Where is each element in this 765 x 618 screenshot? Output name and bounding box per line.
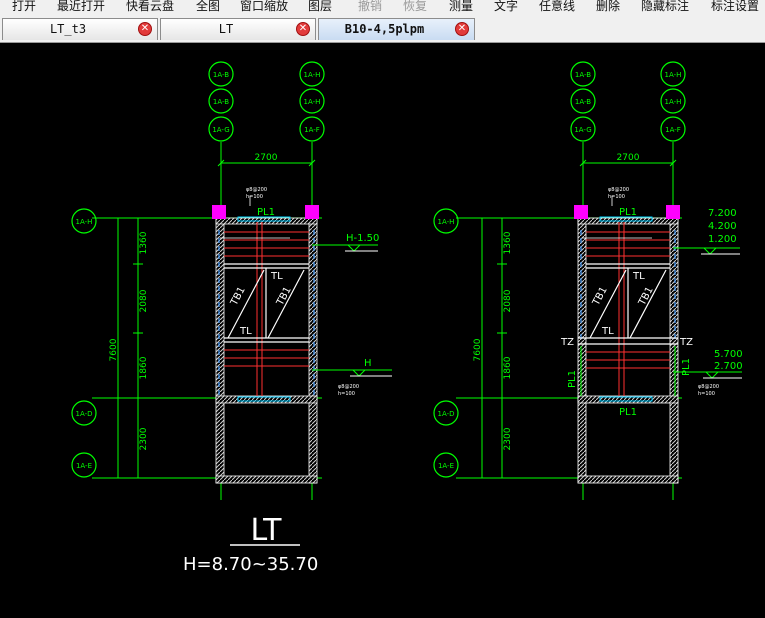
tab-b10-plpm[interactable]: B10-4,5plpm ✕ xyxy=(318,18,475,40)
beam-note: φ8@200 xyxy=(698,384,719,390)
beam-label-tl: TL xyxy=(239,326,252,337)
grid-bubble-label: 1A-E xyxy=(438,462,454,470)
beam-note: φ8@200 xyxy=(338,384,359,390)
tab-lt-t3[interactable]: LT_t3 ✕ xyxy=(2,18,158,40)
dimension-width: 2700 xyxy=(617,153,640,163)
beam-note: h=100 xyxy=(246,194,263,200)
level-label: 4.200 xyxy=(708,221,737,232)
tab-lt[interactable]: LT ✕ xyxy=(160,18,316,40)
menu-item-text[interactable]: 文字 xyxy=(494,0,518,14)
menu-item-layers[interactable]: 图层 xyxy=(308,0,332,14)
grid-bubble-label: 1A-G xyxy=(574,126,591,134)
beam-label-pl1: PL1 xyxy=(619,407,637,418)
menu-item-fit[interactable]: 全图 xyxy=(196,0,220,14)
grid-bubble-label: 1A-F xyxy=(665,126,681,134)
drawing-title-block: LT H=8.70~35.70 xyxy=(183,513,318,575)
drawing-title: LT xyxy=(251,513,283,548)
dimension-total: 7600 xyxy=(473,338,483,361)
drawing-canvas[interactable]: 1A-B 1A-B 1A-G 1A-H 1A-H 1A-F 1A-H 1A-D … xyxy=(0,43,765,618)
dimension-segment: 1360 xyxy=(503,231,513,254)
tab-label: LT xyxy=(218,22,234,36)
menu-item-hide-dims[interactable]: 隐藏标注 xyxy=(641,0,689,14)
tab-label: LT_t3 xyxy=(49,22,87,36)
beam-label-tl: TL xyxy=(601,326,614,337)
drawing-subtitle: H=8.70~35.70 xyxy=(183,554,318,575)
flight-label-tb1: TB1 xyxy=(228,285,247,308)
menu-item-cloud[interactable]: 快看云盘 xyxy=(126,0,174,14)
level-label: 1.200 xyxy=(708,234,737,245)
grid-bubble-label: 1A-D xyxy=(437,410,454,418)
tab-bar: LT_t3 ✕ LT ✕ B10-4,5plpm ✕ xyxy=(0,14,765,43)
beam-note: h=100 xyxy=(698,391,715,397)
dimension-total: 7600 xyxy=(109,338,119,361)
beam-label-pl1: PL1 xyxy=(619,207,637,218)
menu-bar: 打开 最近打开 快看云盘 全图 窗口缩放 图层 撤销 恢复 测量 文字 任意线 … xyxy=(0,0,765,14)
menu-item-freeline[interactable]: 任意线 xyxy=(539,0,575,14)
column-label-tz: TZ xyxy=(679,337,693,348)
dimension-segment: 2300 xyxy=(139,427,149,450)
close-icon[interactable]: ✕ xyxy=(455,22,469,36)
beam-label-pl1: PL1 xyxy=(257,207,275,218)
menu-item-open[interactable]: 打开 xyxy=(12,0,36,14)
column-label-tz: TZ xyxy=(560,337,574,348)
menu-item-undo[interactable]: 撤销 xyxy=(358,0,382,14)
flight-label-tb1: TB1 xyxy=(274,285,293,308)
grid-bubble-label: 1A-B xyxy=(575,71,591,79)
beam-label-tl: TL xyxy=(632,271,645,282)
menu-item-zoom-window[interactable]: 窗口缩放 xyxy=(240,0,288,14)
beam-note: φ8@200 xyxy=(246,187,267,193)
menu-item-recent[interactable]: 最近打开 xyxy=(57,0,105,14)
grid-bubble-label: 1A-B xyxy=(213,71,229,79)
tab-label: B10-4,5plpm xyxy=(344,22,425,36)
grid-bubble-label: 1A-H xyxy=(665,98,682,106)
grid-bubble-label: 1A-G xyxy=(212,126,229,134)
beam-label-tl: TL xyxy=(270,271,283,282)
beam-label-pl1: PL1 xyxy=(681,358,692,376)
grid-bubble-label: 1A-H xyxy=(665,71,682,79)
close-icon[interactable]: ✕ xyxy=(296,22,310,36)
beam-note: φ8@200 xyxy=(608,187,629,193)
grid-bubble-label: 1A-H xyxy=(304,71,321,79)
close-icon[interactable]: ✕ xyxy=(138,22,152,36)
menu-item-redo[interactable]: 恢复 xyxy=(403,0,427,14)
level-label: H-1.50 xyxy=(346,233,379,244)
level-label: 2.700 xyxy=(714,361,743,372)
dimension-segment: 1860 xyxy=(503,356,513,379)
grid-bubble-label: 1A-H xyxy=(438,218,455,226)
dimension-segment: 2080 xyxy=(503,289,513,312)
beam-note: h=100 xyxy=(608,194,625,200)
flight-label-tb1: TB1 xyxy=(590,285,609,308)
grid-bubble-label: 1A-H xyxy=(76,218,93,226)
grid-bubble-label: 1A-F xyxy=(304,126,320,134)
dimension-width: 2700 xyxy=(255,153,278,163)
grid-bubble-label: 1A-B xyxy=(575,98,591,106)
dimension-segment: 2300 xyxy=(503,427,513,450)
stair-plan-left: 1A-B 1A-B 1A-G 1A-H 1A-H 1A-F 1A-H 1A-D … xyxy=(71,61,392,500)
level-label: 5.700 xyxy=(714,349,743,360)
level-label: 7.200 xyxy=(708,208,737,219)
grid-bubble-label: 1A-B xyxy=(213,98,229,106)
menu-item-dim-settings[interactable]: 标注设置 xyxy=(711,0,759,14)
grid-bubble-label: 1A-E xyxy=(76,462,92,470)
beam-label-pl1: PL1 xyxy=(567,370,578,388)
grid-bubble-label: 1A-D xyxy=(75,410,92,418)
dimension-segment: 1860 xyxy=(139,356,149,379)
menu-item-delete[interactable]: 删除 xyxy=(596,0,620,14)
grid-bubble-label: 1A-H xyxy=(304,98,321,106)
dimension-segment: 1360 xyxy=(139,231,149,254)
stair-plan-right: 1A-B 1A-B 1A-G 1A-H 1A-H 1A-F 1A-H 1A-D … xyxy=(433,61,743,500)
flight-label-tb1: TB1 xyxy=(636,285,655,308)
beam-note: h=100 xyxy=(338,391,355,397)
menu-item-measure[interactable]: 测量 xyxy=(449,0,473,14)
dimension-segment: 2080 xyxy=(139,289,149,312)
level-label: H xyxy=(364,358,372,369)
